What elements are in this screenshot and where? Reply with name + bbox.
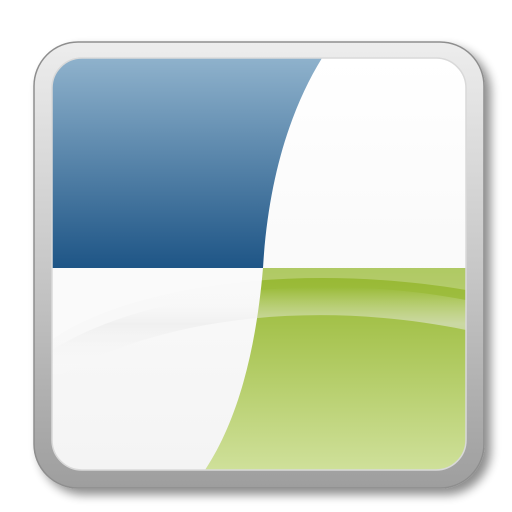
app-icon[interactable] [0, 0, 512, 512]
icon-face [52, 58, 466, 470]
app-icon-canvas [0, 0, 512, 512]
